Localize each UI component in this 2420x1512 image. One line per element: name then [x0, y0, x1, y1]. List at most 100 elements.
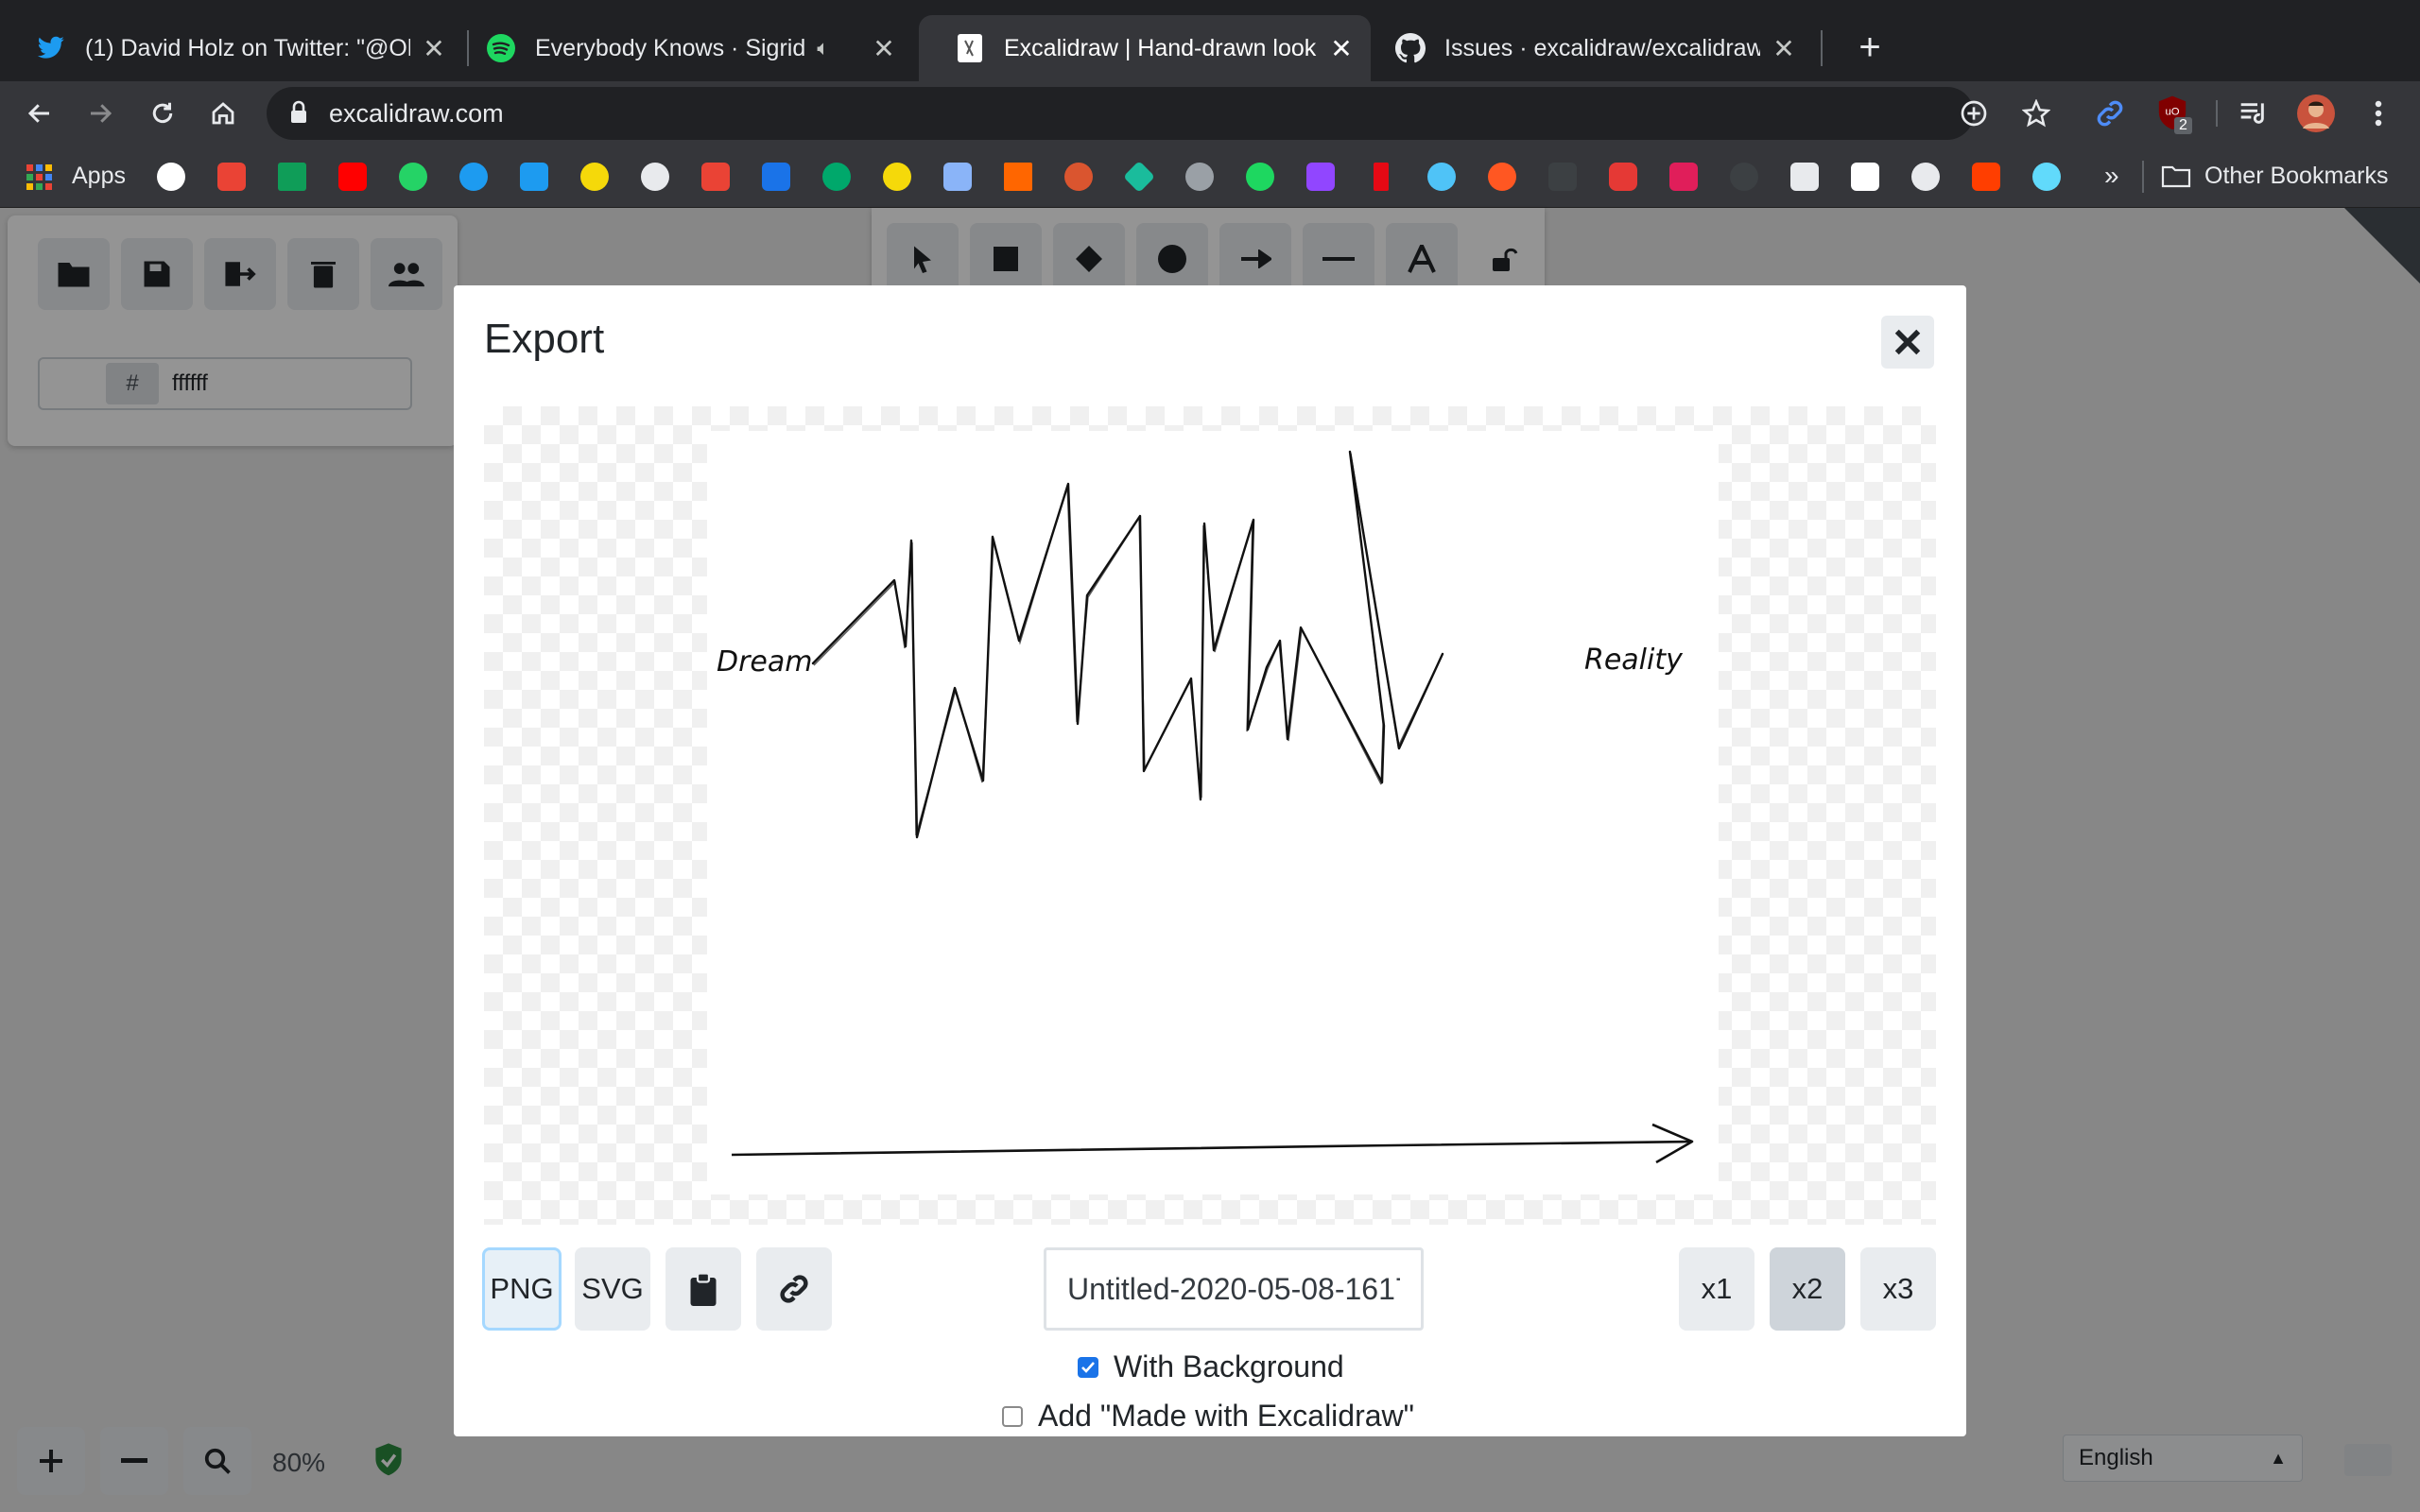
tab-spotify[interactable]: Everybody Knows · Sigrid 🔈︎ ✕	[450, 15, 913, 81]
gmail-bookmark-icon[interactable]	[701, 163, 730, 191]
tab-close-icon[interactable]: ✕	[1327, 34, 1356, 63]
twitch-icon[interactable]	[1306, 163, 1335, 191]
google-drive-icon[interactable]	[278, 163, 306, 191]
clipboard-icon	[690, 1272, 717, 1306]
tab-close-icon[interactable]: ✕	[870, 34, 898, 63]
app-bookmark-icon[interactable]	[1548, 163, 1577, 191]
forward-button[interactable]	[79, 93, 121, 134]
home-icon	[212, 102, 234, 125]
twitter-icon	[36, 33, 66, 63]
with-background-option[interactable]: With Background	[1078, 1349, 1344, 1384]
link-icon	[780, 1275, 808, 1303]
github-icon	[1395, 33, 1426, 63]
link-extension-icon[interactable]	[2089, 93, 2131, 134]
export-svg-button[interactable]: SVG	[575, 1247, 650, 1331]
home-button[interactable]	[202, 93, 244, 134]
arrow-head	[1651, 1123, 1694, 1164]
browser-toolbar: excalidraw.com uO 2	[0, 81, 2420, 146]
netflix-icon[interactable]	[1374, 163, 1389, 191]
app-bookmark-icon[interactable]	[1609, 163, 1637, 191]
youtube-icon[interactable]	[338, 163, 367, 191]
tab-separator	[1821, 30, 1823, 66]
tab-github-issues[interactable]: Issues · excalidraw/excalidraw ✕	[1359, 15, 1813, 81]
app-bookmark-icon[interactable]	[1488, 163, 1516, 191]
app-bookmark-icon[interactable]	[1427, 163, 1456, 191]
jagged-line	[811, 450, 1444, 839]
calendar-icon[interactable]	[762, 163, 790, 191]
speaker-icon[interactable]: 🔈︎	[817, 36, 829, 60]
folder-icon	[2161, 165, 2191, 187]
tab-close-icon[interactable]: ✕	[1770, 34, 1798, 63]
tab-twitter[interactable]: (1) David Holz on Twitter: "@Ol ✕	[0, 15, 463, 81]
tab-title: Excalidraw | Hand-drawn look a	[1004, 34, 1318, 61]
profile-avatar[interactable]	[2295, 93, 2337, 134]
chrome-menu-icon[interactable]	[2358, 93, 2399, 134]
bookmarks-divider	[2142, 161, 2144, 193]
tab-strip: (1) David Holz on Twitter: "@Ol ✕ Everyb…	[0, 0, 2420, 81]
dialog-title: Export	[484, 316, 605, 362]
media-controls-icon[interactable]	[2233, 93, 2274, 134]
close-icon	[1894, 329, 1921, 355]
app-bookmark-icon[interactable]	[943, 163, 972, 191]
lock-icon	[289, 100, 308, 129]
apps-label[interactable]: Apps	[72, 163, 126, 190]
wikipedia-icon[interactable]	[1851, 163, 1879, 191]
twitter-bookmark-icon[interactable]	[459, 163, 488, 191]
tab-title: Issues · excalidraw/excalidraw	[1444, 34, 1760, 61]
copy-to-clipboard-button[interactable]	[666, 1247, 741, 1331]
ublock-icon[interactable]: uO 2	[2152, 93, 2193, 134]
product-hunt-icon[interactable]	[1064, 163, 1093, 191]
filename-input[interactable]	[1044, 1247, 1424, 1331]
reality-label: Reality	[1584, 644, 1684, 677]
other-bookmarks-folder[interactable]: Other Bookmarks	[2161, 163, 2389, 190]
app-bookmark-icon[interactable]	[580, 163, 609, 191]
slack-icon[interactable]	[1669, 163, 1698, 191]
url-text: excalidraw.com	[329, 99, 504, 128]
address-bar[interactable]: excalidraw.com	[267, 87, 1987, 140]
back-button[interactable]	[19, 93, 60, 134]
tab-excalidraw[interactable]: Excalidraw | Hand-drawn look a ✕	[919, 15, 1371, 81]
watermark-option[interactable]: Add "Made with Excalidraw"	[1002, 1399, 1414, 1434]
app-bookmark-icon[interactable]	[1185, 163, 1214, 191]
codesandbox-icon[interactable]	[1790, 163, 1819, 191]
tab-title: Everybody Knows · Sigrid	[535, 34, 806, 61]
tab-close-icon[interactable]: ✕	[420, 34, 448, 63]
new-tab-button[interactable]: +	[1849, 26, 1891, 68]
other-bookmarks-label: Other Bookmarks	[2204, 163, 2389, 189]
back-arrow-icon	[27, 104, 49, 123]
app-bookmark-icon[interactable]	[1730, 163, 1758, 191]
svelte-icon[interactable]	[1972, 163, 2000, 191]
bookmarks-overflow-button[interactable]: »	[2104, 161, 2119, 191]
ublock-badge: 2	[2174, 117, 2192, 134]
github-bookmark-icon[interactable]	[641, 163, 669, 191]
scale-x2-button[interactable]: x2	[1770, 1247, 1845, 1331]
react-icon[interactable]	[2032, 163, 2061, 191]
close-button[interactable]	[1881, 316, 1934, 369]
hacker-news-icon[interactable]	[1004, 163, 1032, 191]
install-app-icon[interactable]	[1959, 98, 1989, 133]
scale-x3-button[interactable]: x3	[1860, 1247, 1936, 1331]
spotify-icon	[486, 33, 516, 63]
svg-text:uO: uO	[2165, 106, 2179, 117]
app-bookmark-icon[interactable]	[883, 163, 911, 191]
with-background-label: With Background	[1114, 1349, 1344, 1383]
with-background-checkbox[interactable]	[1078, 1356, 1098, 1378]
apps-grid-icon[interactable]	[26, 164, 53, 196]
tweetdeck-icon[interactable]	[520, 163, 548, 191]
bookmark-star-icon[interactable]	[2015, 93, 2057, 134]
reload-button[interactable]	[142, 93, 183, 134]
github-bookmark-icon[interactable]	[1911, 163, 1940, 191]
whatsapp-icon[interactable]	[399, 163, 427, 191]
scale-x1-button[interactable]: x1	[1679, 1247, 1754, 1331]
export-png-button[interactable]: PNG	[482, 1247, 562, 1331]
export-link-button[interactable]	[756, 1247, 832, 1331]
app-bookmark-icon[interactable]	[1123, 161, 1155, 193]
dream-label: Dream	[717, 645, 813, 679]
gmail-icon[interactable]	[217, 163, 246, 191]
chat-icon[interactable]	[822, 163, 851, 191]
watermark-label: Add "Made with Excalidraw"	[1038, 1399, 1414, 1433]
checkmark-icon	[1081, 1361, 1095, 1373]
google-icon[interactable]	[157, 163, 185, 191]
watermark-checkbox[interactable]	[1002, 1405, 1023, 1427]
spotify-bookmark-icon[interactable]	[1246, 163, 1274, 191]
